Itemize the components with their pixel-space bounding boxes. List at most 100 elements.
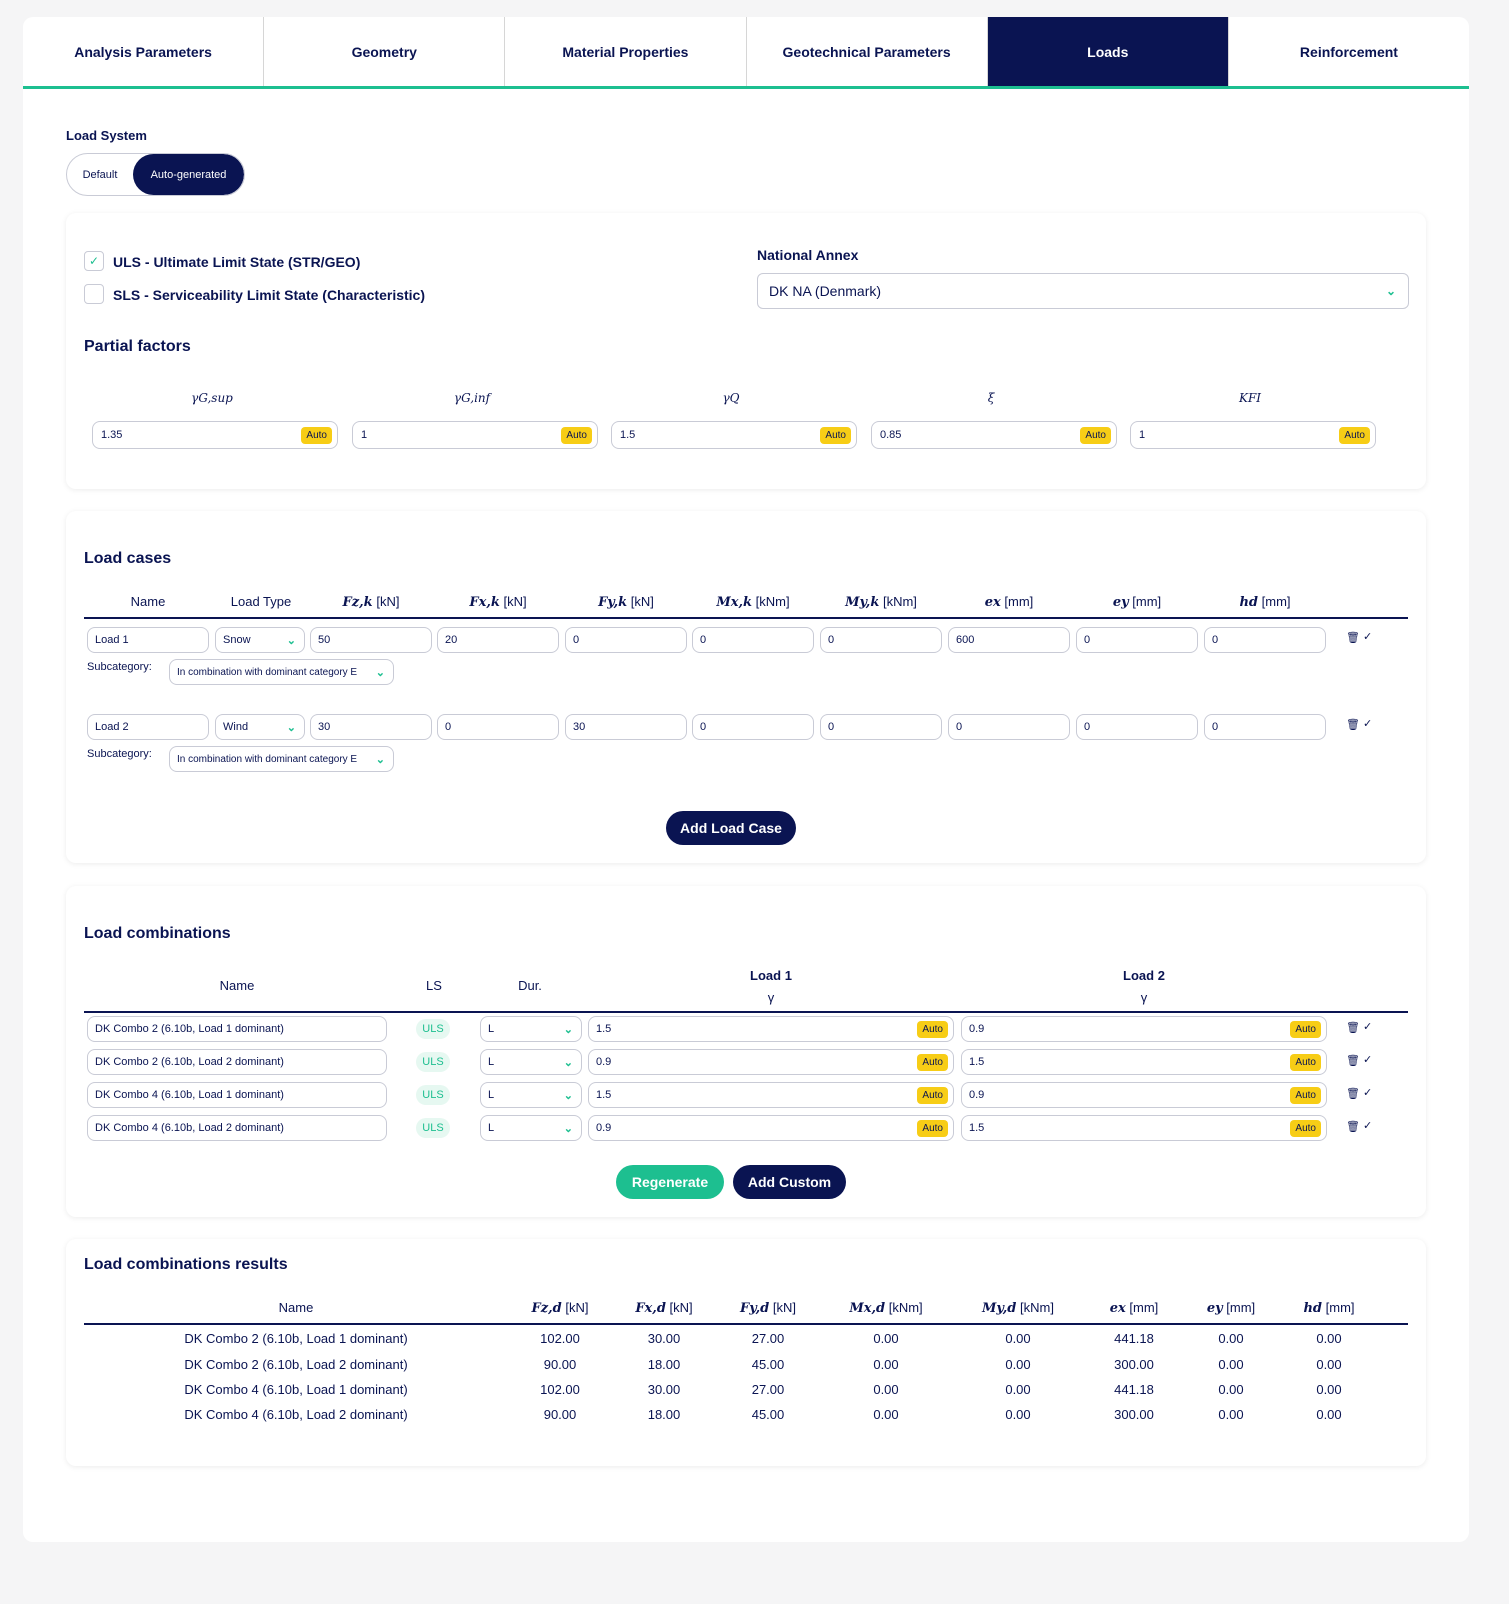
combo4-dur-select[interactable]: L ⌄ <box>480 1115 582 1141</box>
kfi-input[interactable]: 1 Auto <box>1130 421 1376 449</box>
lc2-my-input[interactable]: 0 <box>820 714 942 740</box>
combo1-dur-select[interactable]: L ⌄ <box>480 1016 582 1042</box>
combo3-gamma1-input[interactable]: 1.5 Auto <box>588 1082 954 1108</box>
chevron-down-icon: ⌄ <box>286 634 296 647</box>
combo4-gamma1-input[interactable]: 0.9 Auto <box>588 1115 954 1141</box>
res-header-mx: Mx,d [kNm] <box>849 1300 923 1316</box>
xi-input[interactable]: 0.85 Auto <box>871 421 1117 449</box>
load-system-default-option[interactable]: Default <box>67 154 133 195</box>
lc1-ey-input[interactable]: 0 <box>1076 627 1198 653</box>
auto-badge[interactable]: Auto <box>1290 1021 1321 1038</box>
check-icon[interactable]: ✓ <box>1363 1086 1372 1099</box>
trash-icon[interactable]: 🗑 <box>1346 718 1360 731</box>
combo3-dur-value: L <box>488 1089 495 1101</box>
res-row4-my: 0.00 <box>1005 1407 1031 1422</box>
combo4-name-input[interactable]: DK Combo 4 (6.10b, Load 2 dominant) <box>87 1115 387 1141</box>
lc1-my-input[interactable]: 0 <box>820 627 942 653</box>
trash-icon[interactable]: 🗑 <box>1346 1054 1360 1067</box>
combo1-gamma2-input[interactable]: 0.9 Auto <box>961 1016 1327 1042</box>
lc2-ex-input[interactable]: 0 <box>948 714 1070 740</box>
combo3-dur-select[interactable]: L ⌄ <box>480 1082 582 1108</box>
lc1-name-input[interactable]: Load 1 <box>87 627 209 653</box>
combo2-name-input[interactable]: DK Combo 2 (6.10b, Load 2 dominant) <box>87 1049 387 1075</box>
lc1-subcategory-value: In combination with dominant category E <box>177 666 358 678</box>
lc1-fy-input[interactable]: 0 <box>565 627 687 653</box>
combo2-gamma1-input[interactable]: 0.9 Auto <box>588 1049 954 1075</box>
add-custom-button[interactable]: Add Custom <box>733 1165 846 1199</box>
lc2-fz-input[interactable]: 30 <box>310 714 432 740</box>
tab-analysis-parameters[interactable]: Analysis Parameters <box>23 17 265 86</box>
lc1-fx-input[interactable]: 20 <box>437 627 559 653</box>
lc1-mx-input[interactable]: 0 <box>692 627 814 653</box>
trash-icon[interactable]: 🗑 <box>1346 1120 1360 1133</box>
tab-geometry[interactable]: Geometry <box>264 17 506 86</box>
auto-badge[interactable]: Auto <box>561 427 592 444</box>
tab-reinforcement[interactable]: Reinforcement <box>1229 17 1469 86</box>
check-icon[interactable]: ✓ <box>1363 1053 1372 1066</box>
add-load-case-button[interactable]: Add Load Case <box>666 811 796 845</box>
auto-badge[interactable]: Auto <box>917 1054 948 1071</box>
res-row2-fz: 90.00 <box>543 1357 577 1372</box>
lc2-subcategory-select[interactable]: In combination with dominant category E ⌄ <box>169 746 394 772</box>
tab-geotechnical-parameters[interactable]: Geotechnical Parameters <box>747 17 988 86</box>
check-icon[interactable]: ✓ <box>1363 630 1372 643</box>
load-cases-title: Load cases <box>84 550 172 567</box>
gamma-g-sup-input[interactable]: 1.35 Auto <box>92 421 338 449</box>
res-row4-ex: 300.00 <box>1114 1407 1154 1422</box>
check-icon[interactable]: ✓ <box>1363 717 1372 730</box>
lc2-fx-input[interactable]: 0 <box>437 714 559 740</box>
gamma-g-inf-input[interactable]: 1 Auto <box>352 421 598 449</box>
uls-checkbox[interactable]: ✓ <box>84 251 104 271</box>
auto-badge[interactable]: Auto <box>1290 1120 1321 1137</box>
national-annex-select[interactable]: DK NA (Denmark) ⌄ <box>757 273 1409 309</box>
auto-badge[interactable]: Auto <box>917 1120 948 1137</box>
auto-badge[interactable]: Auto <box>917 1087 948 1104</box>
combo2-gamma2-input[interactable]: 1.5 Auto <box>961 1049 1327 1075</box>
tab-material-properties[interactable]: Material Properties <box>505 17 747 86</box>
chevron-down-icon: ⌄ <box>563 1089 573 1102</box>
lc2-name-input[interactable]: Load 2 <box>87 714 209 740</box>
combo3-name-input[interactable]: DK Combo 4 (6.10b, Load 1 dominant) <box>87 1082 387 1108</box>
check-icon[interactable]: ✓ <box>1363 1119 1372 1132</box>
check-icon[interactable]: ✓ <box>1363 1020 1372 1033</box>
auto-badge[interactable]: Auto <box>917 1021 948 1038</box>
lc-header-fz: Fz,k [kN] <box>342 594 400 610</box>
lc1-type-select[interactable]: Snow ⌄ <box>215 627 305 653</box>
auto-badge[interactable]: Auto <box>1080 427 1111 444</box>
lc2-ey-input[interactable]: 0 <box>1076 714 1198 740</box>
auto-badge[interactable]: Auto <box>820 427 851 444</box>
lc2-type-select[interactable]: Wind ⌄ <box>215 714 305 740</box>
sls-checkbox[interactable] <box>84 284 104 304</box>
combo3-gamma2-input[interactable]: 0.9 Auto <box>961 1082 1327 1108</box>
combo2-ls-badge: ULS <box>416 1052 450 1072</box>
res-row4-mx: 0.00 <box>873 1407 899 1422</box>
lc1-hd-input[interactable]: 0 <box>1204 627 1326 653</box>
gamma-q-input[interactable]: 1.5 Auto <box>611 421 857 449</box>
combo4-gamma2-input[interactable]: 1.5 Auto <box>961 1115 1327 1141</box>
auto-badge[interactable]: Auto <box>1339 427 1370 444</box>
lc2-mx-input[interactable]: 0 <box>692 714 814 740</box>
uls-label: ULS - Ultimate Limit State (STR/GEO) <box>113 254 361 270</box>
res-row2-my: 0.00 <box>1005 1357 1031 1372</box>
auto-badge[interactable]: Auto <box>1290 1054 1321 1071</box>
lc-header-load-type: Load Type <box>230 594 292 609</box>
regenerate-button[interactable]: Regenerate <box>616 1165 724 1199</box>
lc1-fz-input[interactable]: 50 <box>310 627 432 653</box>
lc2-hd-input[interactable]: 0 <box>1204 714 1326 740</box>
trash-icon[interactable]: 🗑 <box>1346 1021 1360 1034</box>
load-system-auto-option[interactable]: Auto-generated <box>133 154 244 195</box>
auto-badge[interactable]: Auto <box>1290 1087 1321 1104</box>
res-row2-ex: 300.00 <box>1114 1357 1154 1372</box>
lc2-fy-input[interactable]: 30 <box>565 714 687 740</box>
combo1-gamma1-input[interactable]: 1.5 Auto <box>588 1016 954 1042</box>
trash-icon[interactable]: 🗑 <box>1346 1087 1360 1100</box>
lc1-subcategory-select[interactable]: In combination with dominant category E ⌄ <box>169 659 394 685</box>
auto-badge[interactable]: Auto <box>301 427 332 444</box>
combo2-dur-value: L <box>488 1056 495 1068</box>
tab-loads[interactable]: Loads <box>987 17 1229 86</box>
lc1-ex-input[interactable]: 600 <box>948 627 1070 653</box>
combo2-gamma1-value: 0.9 <box>596 1056 612 1068</box>
trash-icon[interactable]: 🗑 <box>1346 631 1360 644</box>
combo2-dur-select[interactable]: L ⌄ <box>480 1049 582 1075</box>
combo1-name-input[interactable]: DK Combo 2 (6.10b, Load 1 dominant) <box>87 1016 387 1042</box>
